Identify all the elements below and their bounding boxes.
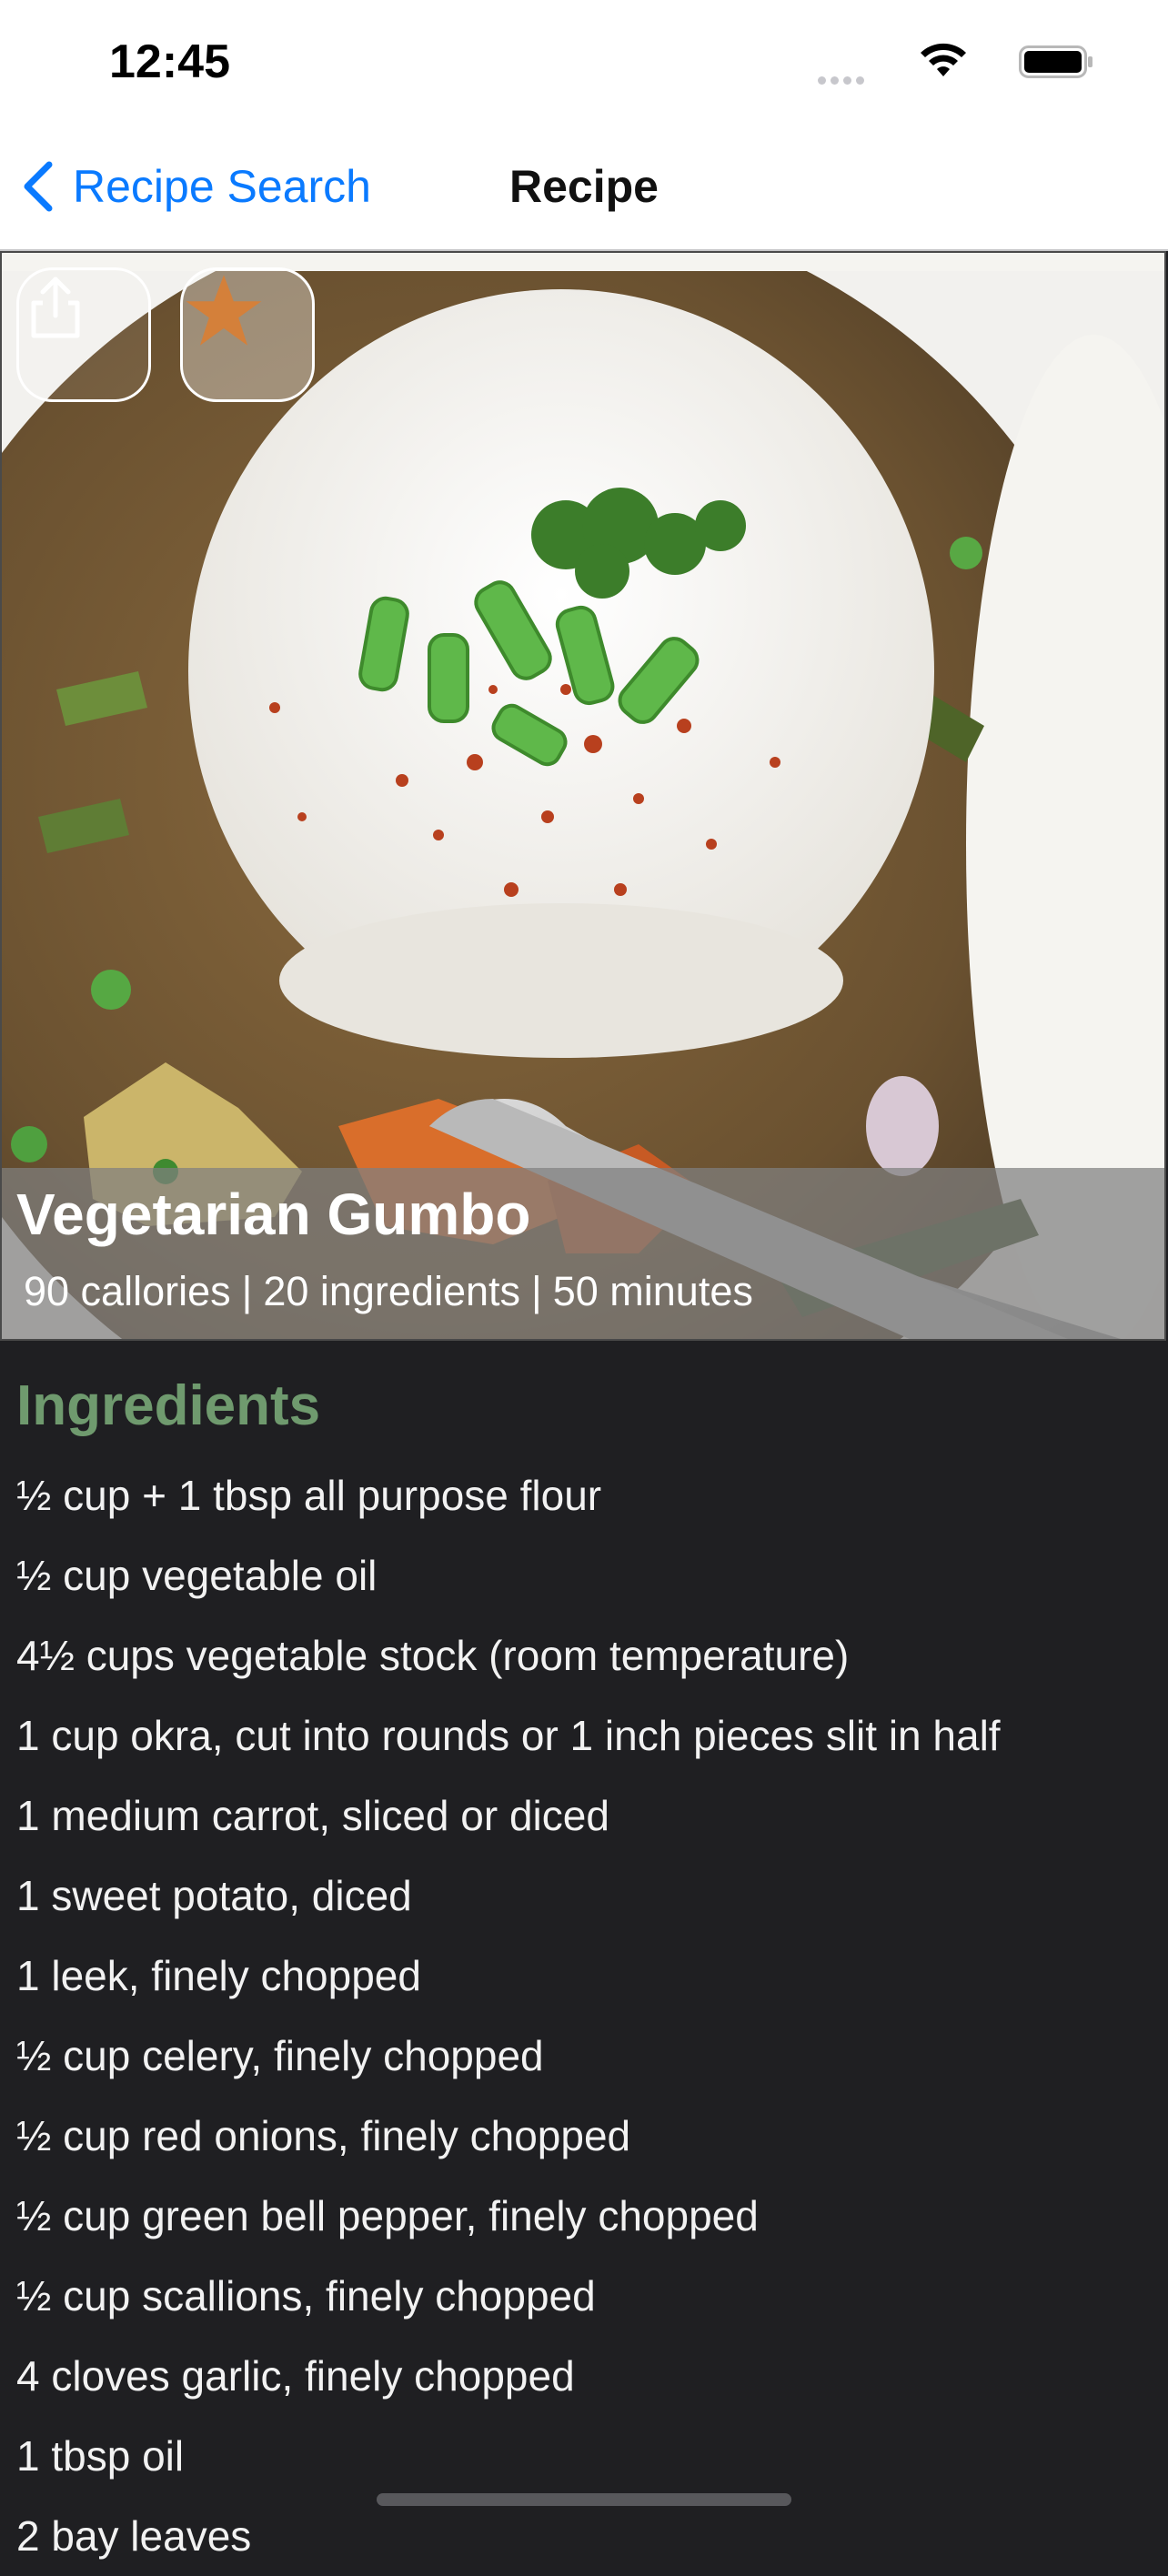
page-title: Recipe [509,161,659,212]
recipe-duration: 50 minutes [552,1268,753,1314]
share-button[interactable] [16,267,151,402]
ingredient-item: ½ cup green bell pepper, finely chopped [16,2192,759,2239]
ingredient-item: ½ cup + 1 tbsp all purpose flour [16,1472,602,1519]
navigation-bar: Recipe Search Recipe [0,127,1168,251]
home-indicator[interactable] [377,2493,791,2506]
ingredient-item: ½ cup vegetable oil [16,1552,378,1599]
ingredients-list: ½ cup + 1 tbsp all purpose flour ½ cup v… [16,1455,1001,2576]
ingredients-heading: Ingredients [16,1374,321,1437]
recipe-ingredient-count: 20 ingredients [263,1268,521,1314]
ingredient-item: ½ cup celery, finely chopped [16,2032,544,2079]
status-icons [730,43,1093,89]
ingredient-item: 1 cup okra, cut into rounds or 1 inch pi… [16,1712,1001,1759]
cellular-signal-icon [813,73,864,89]
meta-separator: | [531,1268,542,1314]
recipe-hero: Vegetarian Gumbo 90 callories | 20 ingredi… [0,251,1166,1341]
status-bar: 12:45 [0,0,1168,127]
battery-icon [1019,45,1092,78]
ingredient-item: 1 leek, finely chopped [16,1952,421,1999]
recipe-title: Vegetarian Gumbo [16,1182,531,1247]
ingredient-item: 4 cloves garlic, finely chopped [16,2352,575,2400]
ingredient-item: 1 tbsp oil [16,2432,185,2480]
ingredient-item: 1 sweet potato, diced [16,1872,412,1919]
recipe-calories: 90 callories [24,1268,231,1314]
wifi-icon [921,43,966,76]
star-icon [186,275,262,346]
recipe-meta: 90 callories | 20 ingredients | 50 minutes [24,1268,753,1315]
meta-separator: | [241,1268,253,1314]
status-time: 12:45 [109,35,230,88]
ingredient-item: 1 medium carrot, sliced or diced [16,1792,609,1839]
ingredient-item: ½ cup scallions, finely chopped [16,2272,596,2319]
ingredient-item: ½ cup red onions, finely chopped [16,2112,631,2159]
ingredient-item: 2 bay leaves [16,2512,252,2560]
ingredient-item: 4½ cups vegetable stock (room temperatur… [16,1632,850,1679]
favorite-button[interactable] [180,267,315,402]
share-icon [31,277,80,338]
recipe-caption: Vegetarian Gumbo 90 callories | 20 ingredi… [2,1168,1164,1339]
